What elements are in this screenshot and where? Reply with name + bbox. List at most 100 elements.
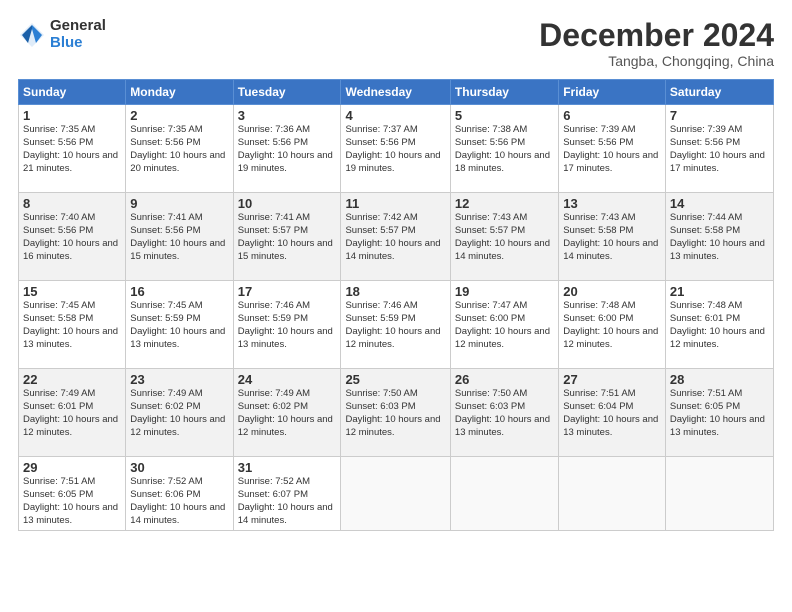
day-number: 30 bbox=[130, 460, 228, 475]
day-number: 21 bbox=[670, 284, 769, 299]
day-number: 22 bbox=[23, 372, 121, 387]
calendar-table: Sunday Monday Tuesday Wednesday Thursday… bbox=[18, 79, 774, 531]
day-number: 8 bbox=[23, 196, 121, 211]
day-number: 16 bbox=[130, 284, 228, 299]
calendar-cell: 29Sunrise: 7:51 AMSunset: 6:05 PMDayligh… bbox=[19, 457, 126, 531]
day-number: 6 bbox=[563, 108, 661, 123]
calendar-cell: 30Sunrise: 7:52 AMSunset: 6:06 PMDayligh… bbox=[126, 457, 233, 531]
header-thursday: Thursday bbox=[450, 80, 558, 105]
calendar-header-row: Sunday Monday Tuesday Wednesday Thursday… bbox=[19, 80, 774, 105]
day-number: 7 bbox=[670, 108, 769, 123]
day-number: 29 bbox=[23, 460, 121, 475]
day-info: Sunrise: 7:39 AMSunset: 5:56 PMDaylight:… bbox=[563, 124, 661, 175]
day-info: Sunrise: 7:36 AMSunset: 5:56 PMDaylight:… bbox=[238, 124, 337, 175]
day-info: Sunrise: 7:44 AMSunset: 5:58 PMDaylight:… bbox=[670, 212, 769, 263]
calendar-cell: 7Sunrise: 7:39 AMSunset: 5:56 PMDaylight… bbox=[665, 105, 773, 193]
day-info: Sunrise: 7:47 AMSunset: 6:00 PMDaylight:… bbox=[455, 300, 554, 351]
day-info: Sunrise: 7:48 AMSunset: 6:00 PMDaylight:… bbox=[563, 300, 661, 351]
header-saturday: Saturday bbox=[665, 80, 773, 105]
day-number: 1 bbox=[23, 108, 121, 123]
calendar-cell: 28Sunrise: 7:51 AMSunset: 6:05 PMDayligh… bbox=[665, 369, 773, 457]
day-info: Sunrise: 7:45 AMSunset: 5:59 PMDaylight:… bbox=[130, 300, 228, 351]
day-number: 4 bbox=[345, 108, 445, 123]
day-number: 23 bbox=[130, 372, 228, 387]
logo-blue-label: Blue bbox=[50, 35, 106, 52]
day-info: Sunrise: 7:49 AMSunset: 6:02 PMDaylight:… bbox=[238, 388, 337, 439]
calendar-cell: 18Sunrise: 7:46 AMSunset: 5:59 PMDayligh… bbox=[341, 281, 450, 369]
day-info: Sunrise: 7:51 AMSunset: 6:05 PMDaylight:… bbox=[670, 388, 769, 439]
day-number: 15 bbox=[23, 284, 121, 299]
logo-general-label: General bbox=[50, 18, 106, 35]
day-number: 3 bbox=[238, 108, 337, 123]
calendar-cell: 15Sunrise: 7:45 AMSunset: 5:58 PMDayligh… bbox=[19, 281, 126, 369]
calendar-cell: 16Sunrise: 7:45 AMSunset: 5:59 PMDayligh… bbox=[126, 281, 233, 369]
day-info: Sunrise: 7:49 AMSunset: 6:02 PMDaylight:… bbox=[130, 388, 228, 439]
calendar-cell: 21Sunrise: 7:48 AMSunset: 6:01 PMDayligh… bbox=[665, 281, 773, 369]
calendar-cell: 25Sunrise: 7:50 AMSunset: 6:03 PMDayligh… bbox=[341, 369, 450, 457]
calendar-cell: 27Sunrise: 7:51 AMSunset: 6:04 PMDayligh… bbox=[559, 369, 666, 457]
day-info: Sunrise: 7:51 AMSunset: 6:05 PMDaylight:… bbox=[23, 476, 121, 527]
calendar-cell bbox=[559, 457, 666, 531]
day-info: Sunrise: 7:50 AMSunset: 6:03 PMDaylight:… bbox=[345, 388, 445, 439]
day-info: Sunrise: 7:46 AMSunset: 5:59 PMDaylight:… bbox=[238, 300, 337, 351]
calendar-cell: 12Sunrise: 7:43 AMSunset: 5:57 PMDayligh… bbox=[450, 193, 558, 281]
day-info: Sunrise: 7:52 AMSunset: 6:06 PMDaylight:… bbox=[130, 476, 228, 527]
calendar-cell: 26Sunrise: 7:50 AMSunset: 6:03 PMDayligh… bbox=[450, 369, 558, 457]
day-info: Sunrise: 7:45 AMSunset: 5:58 PMDaylight:… bbox=[23, 300, 121, 351]
calendar-cell: 13Sunrise: 7:43 AMSunset: 5:58 PMDayligh… bbox=[559, 193, 666, 281]
logo-icon bbox=[18, 21, 46, 49]
day-info: Sunrise: 7:51 AMSunset: 6:04 PMDaylight:… bbox=[563, 388, 661, 439]
calendar-cell: 17Sunrise: 7:46 AMSunset: 5:59 PMDayligh… bbox=[233, 281, 341, 369]
header-sunday: Sunday bbox=[19, 80, 126, 105]
day-number: 31 bbox=[238, 460, 337, 475]
calendar-cell: 11Sunrise: 7:42 AMSunset: 5:57 PMDayligh… bbox=[341, 193, 450, 281]
calendar-cell bbox=[341, 457, 450, 531]
title-block: December 2024 Tangba, Chongqing, China bbox=[539, 18, 774, 69]
day-info: Sunrise: 7:43 AMSunset: 5:58 PMDaylight:… bbox=[563, 212, 661, 263]
day-number: 17 bbox=[238, 284, 337, 299]
day-info: Sunrise: 7:50 AMSunset: 6:03 PMDaylight:… bbox=[455, 388, 554, 439]
day-number: 19 bbox=[455, 284, 554, 299]
day-info: Sunrise: 7:52 AMSunset: 6:07 PMDaylight:… bbox=[238, 476, 337, 527]
day-number: 27 bbox=[563, 372, 661, 387]
day-number: 10 bbox=[238, 196, 337, 211]
calendar-cell: 8Sunrise: 7:40 AMSunset: 5:56 PMDaylight… bbox=[19, 193, 126, 281]
day-info: Sunrise: 7:40 AMSunset: 5:56 PMDaylight:… bbox=[23, 212, 121, 263]
day-info: Sunrise: 7:39 AMSunset: 5:56 PMDaylight:… bbox=[670, 124, 769, 175]
calendar-cell: 3Sunrise: 7:36 AMSunset: 5:56 PMDaylight… bbox=[233, 105, 341, 193]
calendar-cell bbox=[665, 457, 773, 531]
day-info: Sunrise: 7:35 AMSunset: 5:56 PMDaylight:… bbox=[23, 124, 121, 175]
calendar-cell: 1Sunrise: 7:35 AMSunset: 5:56 PMDaylight… bbox=[19, 105, 126, 193]
day-number: 24 bbox=[238, 372, 337, 387]
calendar-cell: 24Sunrise: 7:49 AMSunset: 6:02 PMDayligh… bbox=[233, 369, 341, 457]
calendar-cell: 22Sunrise: 7:49 AMSunset: 6:01 PMDayligh… bbox=[19, 369, 126, 457]
day-number: 5 bbox=[455, 108, 554, 123]
calendar-cell: 31Sunrise: 7:52 AMSunset: 6:07 PMDayligh… bbox=[233, 457, 341, 531]
logo-text: General Blue bbox=[50, 18, 106, 51]
day-number: 20 bbox=[563, 284, 661, 299]
day-info: Sunrise: 7:48 AMSunset: 6:01 PMDaylight:… bbox=[670, 300, 769, 351]
day-number: 13 bbox=[563, 196, 661, 211]
calendar-cell: 19Sunrise: 7:47 AMSunset: 6:00 PMDayligh… bbox=[450, 281, 558, 369]
day-info: Sunrise: 7:37 AMSunset: 5:56 PMDaylight:… bbox=[345, 124, 445, 175]
header-tuesday: Tuesday bbox=[233, 80, 341, 105]
calendar-cell: 23Sunrise: 7:49 AMSunset: 6:02 PMDayligh… bbox=[126, 369, 233, 457]
day-info: Sunrise: 7:43 AMSunset: 5:57 PMDaylight:… bbox=[455, 212, 554, 263]
day-number: 12 bbox=[455, 196, 554, 211]
day-info: Sunrise: 7:42 AMSunset: 5:57 PMDaylight:… bbox=[345, 212, 445, 263]
calendar-cell: 14Sunrise: 7:44 AMSunset: 5:58 PMDayligh… bbox=[665, 193, 773, 281]
calendar-cell: 10Sunrise: 7:41 AMSunset: 5:57 PMDayligh… bbox=[233, 193, 341, 281]
header-wednesday: Wednesday bbox=[341, 80, 450, 105]
calendar-cell: 9Sunrise: 7:41 AMSunset: 5:56 PMDaylight… bbox=[126, 193, 233, 281]
calendar-cell: 6Sunrise: 7:39 AMSunset: 5:56 PMDaylight… bbox=[559, 105, 666, 193]
header-friday: Friday bbox=[559, 80, 666, 105]
logo: General Blue bbox=[18, 18, 106, 51]
day-number: 2 bbox=[130, 108, 228, 123]
day-info: Sunrise: 7:38 AMSunset: 5:56 PMDaylight:… bbox=[455, 124, 554, 175]
calendar-cell: 20Sunrise: 7:48 AMSunset: 6:00 PMDayligh… bbox=[559, 281, 666, 369]
calendar-cell: 2Sunrise: 7:35 AMSunset: 5:56 PMDaylight… bbox=[126, 105, 233, 193]
day-number: 9 bbox=[130, 196, 228, 211]
header-monday: Monday bbox=[126, 80, 233, 105]
main-title: December 2024 bbox=[539, 18, 774, 53]
page-header: General Blue December 2024 Tangba, Chong… bbox=[18, 18, 774, 69]
